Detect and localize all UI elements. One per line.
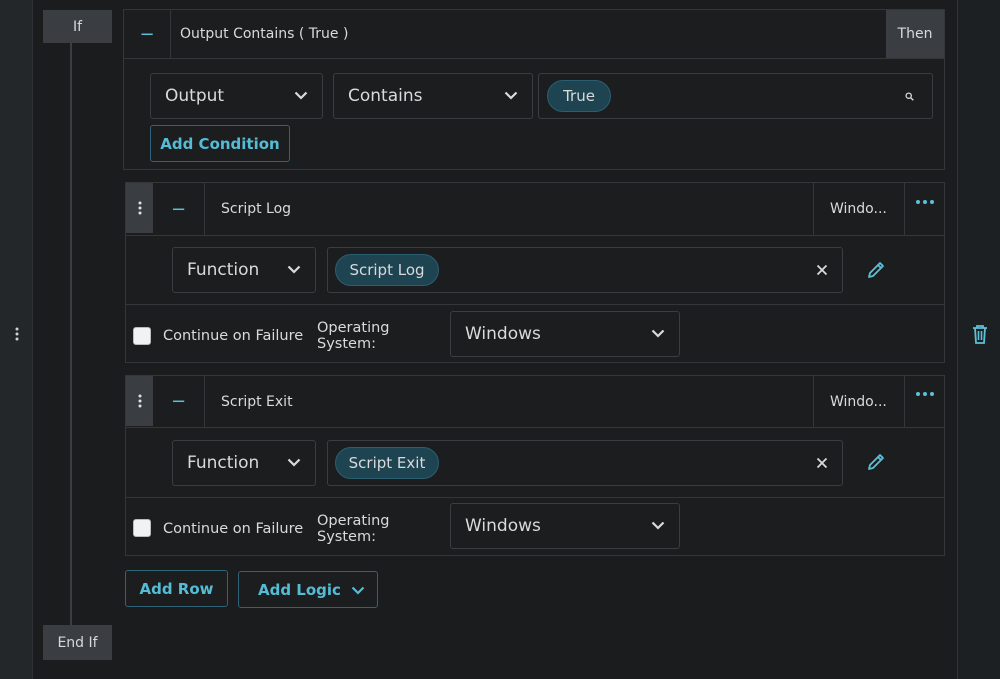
row-more-button[interactable]	[905, 187, 944, 217]
row-body-border	[126, 497, 944, 498]
end-if-label: End If	[43, 625, 112, 660]
add-logic-label: Add Logic	[258, 580, 341, 599]
row-os-summary: Windo...	[830, 393, 887, 410]
header-divider	[813, 376, 814, 427]
trash-icon	[973, 325, 987, 344]
row-more-button[interactable]	[905, 379, 944, 409]
operating-system-select[interactable]: Windows	[450, 503, 680, 549]
search-icon	[904, 91, 914, 101]
row-drag-handle[interactable]	[126, 183, 153, 233]
field-select[interactable]: Output	[150, 73, 323, 119]
row-type-value: Function	[187, 453, 260, 473]
edit-function-button[interactable]	[864, 450, 888, 474]
close-icon	[816, 457, 828, 469]
operator-select-value: Contains	[348, 86, 423, 106]
row-drag-handle[interactable]	[126, 376, 153, 426]
row-body-border	[126, 304, 944, 305]
chevron-down-icon	[351, 586, 365, 595]
chevron-down-icon	[651, 329, 665, 338]
pencil-icon	[868, 454, 884, 470]
operator-select[interactable]: Contains	[333, 73, 533, 119]
value-chip[interactable]: True	[547, 80, 611, 112]
row-header-title: Script Log	[221, 201, 292, 217]
row-type-select[interactable]: Function	[172, 247, 316, 293]
function-chip[interactable]: Script Exit	[335, 447, 439, 479]
vertical-dots-icon	[138, 201, 141, 215]
chevron-down-icon	[294, 91, 308, 100]
condition-header-border	[124, 58, 944, 59]
chevron-down-icon	[504, 91, 518, 100]
operating-system-label: Operating System:	[317, 320, 390, 352]
collapse-condition-button[interactable]: −	[124, 10, 170, 58]
edit-function-button[interactable]	[864, 258, 888, 282]
clear-function-button[interactable]	[813, 261, 831, 279]
vertical-dots-icon	[138, 394, 141, 408]
pencil-icon	[868, 262, 884, 278]
row-type-select[interactable]: Function	[172, 440, 316, 486]
vertical-dots-icon	[15, 327, 19, 341]
header-divider	[170, 10, 171, 58]
chevron-down-icon	[287, 458, 301, 467]
row-header-border	[126, 235, 944, 236]
add-row-button[interactable]: Add Row	[125, 570, 228, 607]
more-horizontal-icon	[915, 392, 934, 396]
add-condition-button[interactable]: Add Condition	[150, 125, 290, 162]
condition-header-title: Output Contains ( True )	[180, 26, 349, 42]
collapse-row-button[interactable]: −	[153, 376, 204, 427]
operating-system-select[interactable]: Windows	[450, 311, 680, 357]
header-divider	[204, 376, 205, 427]
function-chip[interactable]: Script Log	[335, 254, 439, 286]
then-label: Then	[886, 10, 944, 58]
more-horizontal-icon	[915, 200, 934, 204]
header-divider	[813, 183, 814, 235]
clear-function-button[interactable]	[813, 454, 831, 472]
if-label: If	[43, 10, 112, 43]
operating-system-value: Windows	[465, 516, 541, 536]
continue-on-failure-checkbox[interactable]	[133, 327, 151, 345]
operating-system-label: Operating System:	[317, 513, 390, 545]
header-divider	[204, 183, 205, 235]
close-icon	[816, 264, 828, 276]
row-header-title: Script Exit	[221, 393, 293, 410]
gutter-drag-handle[interactable]	[8, 325, 26, 343]
delete-block-button[interactable]	[968, 321, 992, 347]
continue-on-failure-checkbox[interactable]	[133, 519, 151, 537]
row-type-value: Function	[187, 260, 260, 280]
continue-on-failure-label: Continue on Failure	[163, 521, 304, 537]
collapse-row-button[interactable]: −	[153, 183, 204, 235]
field-select-value: Output	[165, 86, 225, 106]
row-os-summary: Windo...	[830, 201, 887, 217]
value-search-button[interactable]	[902, 89, 916, 103]
add-logic-button[interactable]: Add Logic	[238, 571, 378, 608]
chevron-down-icon	[651, 521, 665, 530]
row-header-border	[126, 427, 944, 428]
continue-on-failure-label: Continue on Failure	[163, 328, 304, 344]
if-connector-line	[70, 43, 72, 625]
chevron-down-icon	[287, 265, 301, 274]
operating-system-value: Windows	[465, 324, 541, 344]
